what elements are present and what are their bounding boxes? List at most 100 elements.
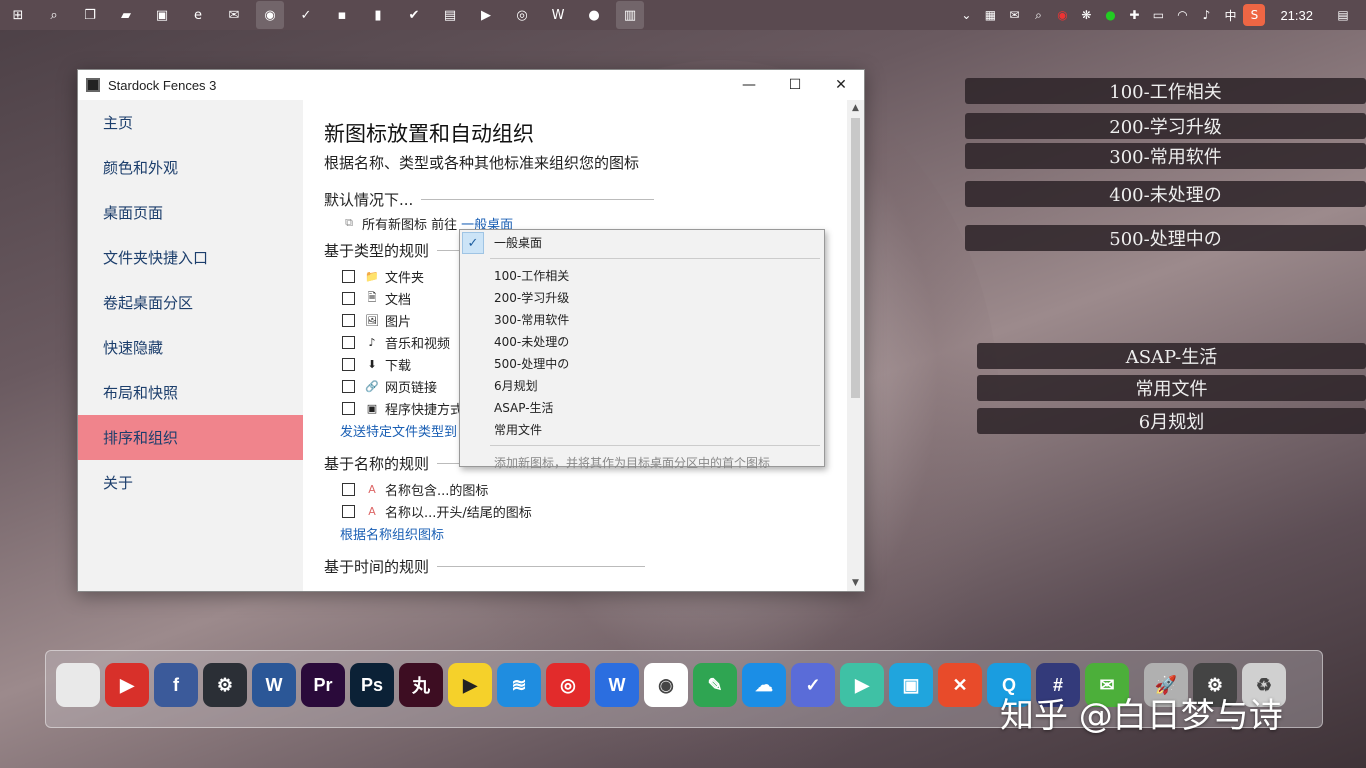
checkmark-app-icon[interactable]: ✓ [292,1,320,29]
rule-checkbox[interactable] [342,379,355,393]
sogou-ime-icon[interactable]: S [1243,4,1266,26]
sidebar-item[interactable]: 桌面页面 [78,190,303,235]
tray-app-icon[interactable]: ▦ [979,4,1001,26]
sidebar-item[interactable]: 颜色和外观 [78,145,303,190]
tray-app3-icon[interactable]: ● [1099,4,1121,26]
copy-icon: ⧉ [345,216,353,229]
sidebar-item[interactable]: 关于 [78,460,303,505]
fence-label[interactable]: 6月规划 [977,408,1366,434]
word-icon[interactable]: W [252,663,296,707]
animate-icon[interactable]: 丸 [399,663,443,707]
file-explorer-icon[interactable]: ▰ [112,1,140,29]
todo-icon[interactable]: ✔ [400,1,428,29]
sidebar-item[interactable]: 布局和快照 [78,370,303,415]
chrome-icon[interactable]: ◉ [256,1,284,29]
facebook-icon[interactable]: f [154,663,198,707]
edge-icon[interactable]: e [184,1,212,29]
rule-checkbox[interactable] [342,291,355,305]
dropdown-item[interactable]: 300-常用软件 [460,308,824,330]
steam-icon[interactable]: ⚙ [203,663,247,707]
store-icon[interactable]: ▣ [148,1,176,29]
video-player-icon[interactable]: ▶ [840,663,884,707]
netease-music-icon[interactable]: ◎ [546,663,590,707]
rule-checkbox[interactable] [342,357,355,371]
fence-label[interactable]: 400-未处理の [965,181,1366,207]
minimize-button[interactable]: — [726,70,772,100]
sidebar-item[interactable]: 卷起桌面分区 [78,280,303,325]
dropdown-item[interactable]: 6月规划 [460,374,824,396]
fence-label[interactable]: 200-学习升级 [965,113,1366,139]
tray-app2-icon[interactable]: ❋ [1075,4,1097,26]
task-view-icon[interactable]: ❐ [76,1,104,29]
maximize-button[interactable]: ☐ [772,70,818,100]
fence-label[interactable]: 100-工作相关 [965,78,1366,104]
sidebar-item[interactable]: 快速隐藏 [78,325,303,370]
title-bar[interactable]: Stardock Fences 3 — ☐ ✕ [78,70,864,100]
sticky-notes-icon[interactable]: ▮ [364,1,392,29]
action-center-icon[interactable]: ▤ [1332,4,1354,26]
dropdown-item[interactable]: 200-学习升级 [460,286,824,308]
search-icon[interactable]: ⌕ [40,1,68,29]
organize-by-name-link[interactable]: 根据名称组织图标 [340,522,847,544]
app-icon[interactable]: ▪ [328,1,356,29]
xmind-icon[interactable]: ✕ [938,663,982,707]
wifi-icon[interactable]: ◠ [1171,4,1193,26]
image-icon: 🖼 [365,313,379,327]
rule-checkbox[interactable] [342,482,355,496]
rule-checkbox[interactable] [342,504,355,518]
windows-start-icon[interactable]: ⊞ [4,1,32,29]
todo-icon[interactable]: ✓ [791,663,835,707]
scrollbar-thumb[interactable] [851,118,860,398]
fences-icon[interactable]: ▥ [616,1,644,29]
wps-icon[interactable]: W [544,1,572,29]
player-icon[interactable]: ▶ [448,663,492,707]
dropdown-footer-option[interactable]: 添加新图标，并将其作为目标桌面分区中的首个图标 [460,451,824,473]
photoshop-icon[interactable]: Ps [350,663,394,707]
tray-app4-icon[interactable]: ✚ [1123,4,1145,26]
dropdown-item-selected[interactable]: ✓ 一般桌面 [460,231,824,254]
wps-icon[interactable]: W [595,663,639,707]
router-icon[interactable]: ≋ [497,663,541,707]
youtube-icon[interactable]: ▶ [105,663,149,707]
rule-checkbox[interactable] [342,269,355,283]
chrome-icon[interactable]: ◉ [644,663,688,707]
clock[interactable]: 21:32 [1280,8,1313,23]
dropdown-item[interactable]: 常用文件 [460,418,824,440]
rule-checkbox[interactable] [342,335,355,349]
scroll-up-arrow-icon[interactable]: ▲ [847,100,864,116]
bilibili-icon[interactable]: ▣ [889,663,933,707]
scroll-down-arrow-icon[interactable]: ▼ [847,575,864,591]
close-button[interactable]: ✕ [818,70,864,100]
notepad-icon[interactable]: ▤ [436,1,464,29]
battery-icon[interactable]: ▭ [1147,4,1169,26]
sidebar-item[interactable]: 主页 [78,100,303,145]
fences-app-icon [86,78,100,92]
show-hidden-icons-chevron-icon[interactable]: ⌄ [955,4,977,26]
tray-search-icon[interactable]: ⌕ [1027,4,1049,26]
evernote-icon[interactable]: ✎ [693,663,737,707]
ime-indicator[interactable]: 中 [1219,4,1241,26]
player-icon[interactable]: ▶ [472,1,500,29]
premiere-icon[interactable]: Pr [301,663,345,707]
sidebar-item[interactable]: 文件夹快捷入口 [78,235,303,280]
recorder-icon[interactable]: ● [580,1,608,29]
dropdown-item[interactable]: 500-处理中の [460,352,824,374]
rule-checkbox[interactable] [342,313,355,327]
dropdown-item[interactable]: 400-未处理の [460,330,824,352]
netease-tray-icon[interactable]: ◉ [1051,4,1073,26]
fence-label[interactable]: ASAP-生活 [977,343,1366,369]
wechat-icon[interactable]: ✉ [220,1,248,29]
dropdown-item[interactable]: ASAP-生活 [460,396,824,418]
vertical-scrollbar[interactable]: ▲ ▼ [847,100,864,591]
fence-label[interactable]: 300-常用软件 [965,143,1366,169]
dropdown-item[interactable]: 100-工作相关 [460,264,824,286]
fence-label[interactable]: 500-处理中の [965,225,1366,251]
wechat-tray-icon[interactable]: ✉ [1003,4,1025,26]
cloud-icon[interactable]: ☁ [742,663,786,707]
sidebar-item[interactable]: 排序和组织 [78,415,303,460]
rule-checkbox[interactable] [342,401,355,415]
netease-music-icon[interactable]: ◎ [508,1,536,29]
volume-icon[interactable]: ♪ [1195,4,1217,26]
computer-icon[interactable] [56,663,100,707]
fence-label[interactable]: 常用文件 [977,375,1366,401]
